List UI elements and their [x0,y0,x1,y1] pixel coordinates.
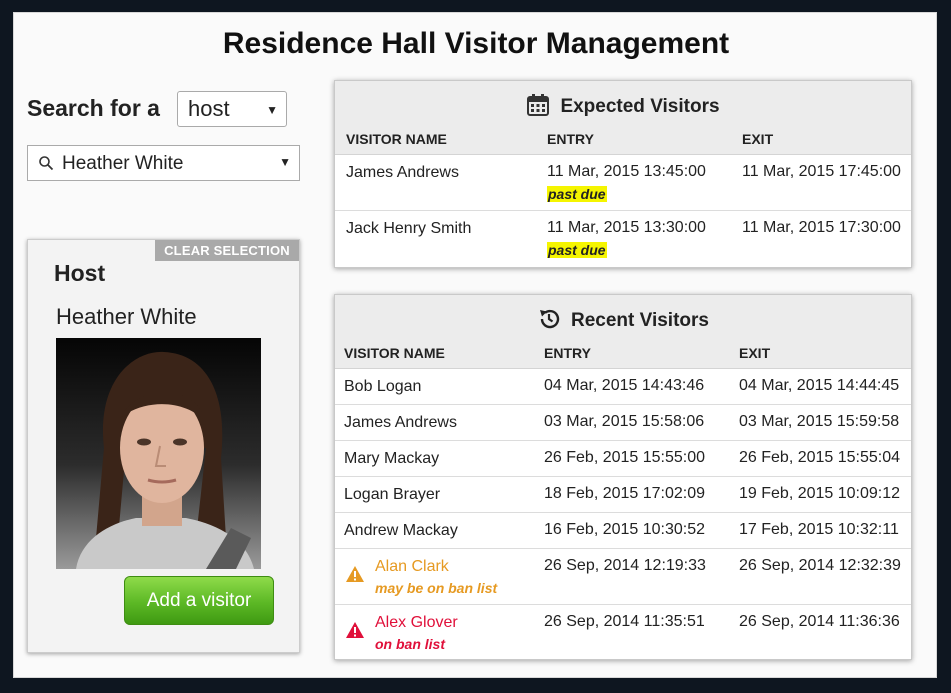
portrait-image [56,338,261,569]
exit-time: 26 Sep, 2014 11:36:36 [739,613,900,630]
exit-time: 11 Mar, 2015 17:45:00 [742,163,901,180]
host-card: CLEAR SELECTION Host Heather White Add a… [27,239,300,653]
entry-time: 26 Feb, 2015 15:55:00 [544,449,706,466]
table-row[interactable]: James Andrews 03 Mar, 2015 15:58:06 03 M… [335,405,911,441]
visitor-name: James Andrews [346,164,459,181]
exit-time: 17 Feb, 2015 10:32:11 [739,521,899,538]
column-header-entry: ENTRY [547,131,594,147]
expected-visitors-title: Expected Visitors [335,81,911,125]
visitor-name: Mary Mackay [344,450,440,467]
table-row[interactable]: Jack Henry Smith 11 Mar, 2015 13:30:00 1… [335,211,911,267]
alert-icon [346,622,364,638]
search-input[interactable]: Heather White ▼ [27,145,300,181]
clear-selection-button[interactable]: CLEAR SELECTION [155,240,299,261]
dropdown-caret-icon: ▼ [279,155,291,169]
search-query-value: Heather White [62,153,184,174]
add-visitor-button[interactable]: Add a visitor [124,576,274,625]
ban-warning-note: may be on ban list [375,580,498,596]
entry-time: 26 Sep, 2014 11:35:51 [544,613,705,630]
exit-time: 26 Sep, 2014 12:32:39 [739,557,901,574]
recent-visitors-title-text: Recent Visitors [571,310,709,331]
column-header-exit: EXIT [739,345,771,361]
search-label: Search for a [27,95,160,121]
host-name: Heather White [56,304,197,329]
exit-time: 04 Mar, 2015 14:44:45 [739,377,900,394]
host-heading: Host [54,260,106,286]
column-header-entry: ENTRY [544,345,591,361]
entry-time: 18 Feb, 2015 17:02:09 [544,485,706,502]
entry-time: 11 Mar, 2015 13:45:00 [547,163,706,180]
table-row[interactable]: James Andrews 11 Mar, 2015 13:45:00 11 M… [335,155,911,211]
visitor-name: James Andrews [344,414,457,431]
visitor-name: Bob Logan [344,378,422,395]
exit-time: 26 Feb, 2015 15:55:04 [739,449,901,466]
table-row[interactable]: Bob Logan 04 Mar, 2015 14:43:46 04 Mar, … [335,369,911,405]
column-header-visitor-name: VISITOR NAME [346,131,447,147]
host-photo [56,338,261,569]
warning-icon [346,566,364,582]
table-row[interactable]: Alan Clark may be on ban list 26 Sep, 20… [335,549,911,605]
table-row[interactable]: Logan Brayer 18 Feb, 2015 17:02:09 19 Fe… [335,477,911,513]
expected-visitors-title-text: Expected Visitors [560,96,720,117]
recent-table-header: VISITOR NAME ENTRY EXIT [335,339,911,369]
visitor-name: Jack Henry Smith [346,220,472,237]
entry-time: 11 Mar, 2015 13:30:00 [547,219,706,236]
visitor-name: Andrew Mackay [344,522,458,539]
visitor-name: Logan Brayer [344,486,441,503]
page-title: Residence Hall Visitor Management [222,27,730,60]
exit-time: 19 Feb, 2015 10:09:12 [739,485,901,502]
exit-time: 11 Mar, 2015 17:30:00 [742,219,901,236]
past-due-badge: past due [547,242,607,258]
recent-visitors-panel: Recent Visitors VISITOR NAME ENTRY EXIT … [334,294,912,660]
entry-time: 16 Feb, 2015 10:30:52 [544,521,706,538]
dropdown-caret-icon: ▼ [266,103,278,117]
recent-visitors-title: Recent Visitors [335,295,911,339]
column-header-visitor-name: VISITOR NAME [344,345,445,361]
visitor-name: Alex Glover [375,614,458,631]
search-icon [39,156,54,171]
table-row[interactable]: Mary Mackay 26 Feb, 2015 15:55:00 26 Feb… [335,441,911,477]
past-due-badge: past due [547,186,607,202]
exit-time: 03 Mar, 2015 15:59:58 [739,413,900,430]
app-window: Residence Hall Visitor Management Search… [13,12,937,678]
table-row[interactable]: Alex Glover on ban list 26 Sep, 2014 11:… [335,605,911,661]
table-row[interactable]: Andrew Mackay 16 Feb, 2015 10:30:52 17 F… [335,513,911,549]
history-icon [540,309,560,329]
expected-visitors-panel: Expected Visitors VISITOR NAME ENTRY EXI… [334,80,912,268]
calendar-icon [527,94,550,116]
entry-time: 26 Sep, 2014 12:19:33 [544,557,706,574]
visitor-name: Alan Clark [375,558,449,575]
entry-time: 03 Mar, 2015 15:58:06 [544,413,705,430]
entry-time: 04 Mar, 2015 14:43:46 [544,377,705,394]
ban-list-note: on ban list [375,636,445,652]
column-header-exit: EXIT [742,131,774,147]
search-type-select[interactable]: host ▼ [177,91,287,127]
search-type-value: host [188,96,230,121]
expected-table-header: VISITOR NAME ENTRY EXIT [335,125,911,155]
